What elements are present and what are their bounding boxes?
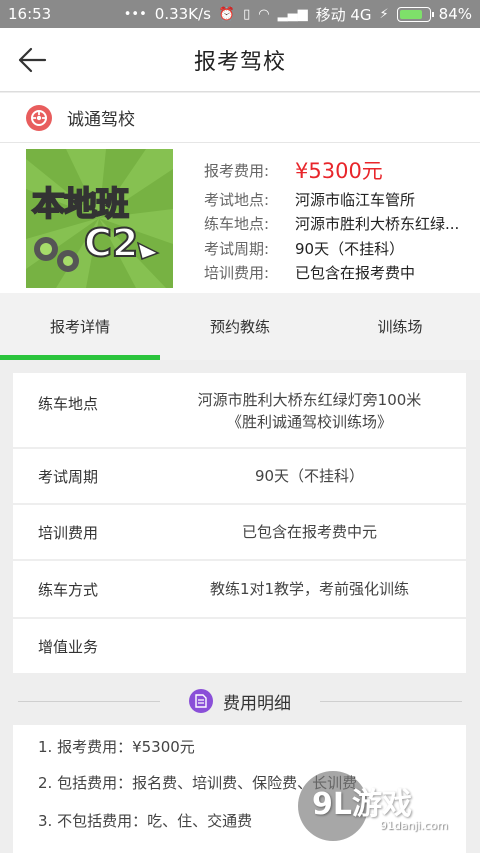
school-name: 诚通驾校: [67, 110, 135, 130]
detail-value: 90天（不挂科）: [254, 467, 365, 485]
carrier-label: 移动 4G: [315, 5, 372, 24]
page-title: 报考驾校: [193, 49, 286, 75]
info-practice-place-label: 练车地点:: [204, 215, 270, 234]
tab-bar: 报考详情 预约教练 训练场: [0, 293, 480, 360]
detail-value: 已包含在报考费中元: [241, 523, 377, 541]
divider-line: [18, 701, 160, 702]
info-fee-value: ¥5300元: [295, 159, 383, 183]
school-info: 本地班 C2 报考费用: ¥5300元 考试地点: 河源市临江车管所 练车地点:…: [0, 143, 480, 293]
charging-icon: ⚡: [379, 6, 389, 22]
detail-value-line2: 《胜利诚通驾校训练场》: [226, 413, 392, 431]
tab-book-coach-label: 预约教练: [209, 318, 270, 336]
info-exam-place-value: 河源市临江车管所: [295, 190, 416, 209]
info-exam-period-label: 考试周期:: [204, 239, 270, 258]
school-logo-icon: [26, 104, 52, 131]
divider-line: [320, 701, 462, 702]
info-exam-period-value: 90天（不挂科）: [295, 239, 405, 258]
detail-label: 练车地点: [38, 395, 99, 413]
detail-row-exam-period: 考试周期 90天（不挂科）: [13, 449, 466, 503]
tab-exam-details[interactable]: 报考详情: [0, 293, 160, 360]
tab-training-ground-label: 训练场: [377, 318, 423, 336]
info-training-fee: 培训费用: 已包含在报考费中: [204, 261, 474, 286]
battery-icon: [396, 6, 434, 22]
info-fee-label: 报考费用:: [204, 161, 270, 180]
vibrate-icon: ▯: [243, 6, 251, 22]
info-training-fee-value: 已包含在报考费中: [295, 264, 416, 283]
alarm-icon: ⏰: [218, 6, 236, 22]
wifi-icon: ◠: [258, 6, 270, 22]
detail-row-training-fee: 培训费用 已包含在报考费中元: [13, 505, 466, 559]
watermark-logo: 9L游戏: [312, 787, 412, 822]
detail-row-value-added: 增值业务: [13, 619, 466, 673]
school-row[interactable]: 诚通驾校: [0, 93, 480, 143]
detail-value: 教练1对1教学，考前强化训练: [209, 580, 410, 598]
fee-item: 3. 不包括费用：吃、住、交通费: [38, 812, 253, 830]
info-exam-period: 考试周期: 90天（不挂科）: [204, 236, 474, 261]
fee-item: 1. 报考费用：¥5300元: [38, 738, 195, 756]
status-time: 16:53: [8, 5, 52, 23]
watermark-url: 91danji.com: [380, 819, 448, 832]
tab-book-coach[interactable]: 预约教练: [160, 293, 320, 360]
info-training-fee-label: 培训费用:: [204, 264, 270, 283]
fee-section-header: 费用明细: [0, 684, 480, 718]
back-button[interactable]: [14, 42, 50, 78]
battery-percent: 84%: [438, 5, 472, 23]
tab-training-ground[interactable]: 训练场: [320, 293, 480, 360]
network-speed: 0.33K/s: [154, 5, 211, 23]
detail-row-practice-method: 练车方式 教练1对1教学，考前强化训练: [13, 561, 466, 617]
detail-label: 增值业务: [38, 638, 99, 656]
document-icon: [189, 689, 213, 713]
status-icons: ••• 0.33K/s ⏰ ▯ ◠ ▂▄▆ 移动 4G ⚡ 84%: [124, 4, 472, 25]
more-dots-icon: •••: [123, 6, 147, 22]
info-fee: 报考费用: ¥5300元: [204, 153, 474, 187]
detail-value: 河源市胜利大桥东红绿灯旁100米 《胜利诚通驾校训练场》: [163, 389, 456, 433]
detail-label: 练车方式: [38, 581, 99, 599]
status-bar: 16:53 ••• 0.33K/s ⏰ ▯ ◠ ▂▄▆ 移动 4G ⚡ 84%: [0, 0, 480, 28]
fee-section-title: 费用明细: [223, 693, 291, 714]
app-header: 报考驾校: [0, 28, 480, 92]
detail-label: 培训费用: [38, 524, 99, 542]
promo-line2: C2: [83, 220, 139, 266]
info-exam-place-label: 考试地点:: [204, 190, 270, 209]
signal-icon: ▂▄▆: [277, 6, 308, 22]
watermark: 9L游戏 91danji.com: [298, 771, 468, 841]
promo-image: 本地班 C2: [26, 149, 173, 288]
info-exam-place: 考试地点: 河源市临江车管所: [204, 187, 474, 212]
fee-title-wrap: 费用明细: [183, 688, 297, 714]
detail-value-line1: 河源市胜利大桥东红绿灯旁100米: [197, 391, 422, 409]
info-lines: 报考费用: ¥5300元 考试地点: 河源市临江车管所 练车地点: 河源市胜利大…: [204, 153, 474, 285]
info-practice-place-value: 河源市胜利大桥东红绿...: [295, 215, 460, 234]
tab-exam-details-label: 报考详情: [49, 318, 110, 336]
arrow-left-icon: [18, 47, 47, 73]
detail-label: 考试周期: [38, 468, 99, 486]
info-practice-place: 练车地点: 河源市胜利大桥东红绿...: [204, 212, 474, 237]
detail-row-practice-place: 练车地点 河源市胜利大桥东红绿灯旁100米 《胜利诚通驾校训练场》: [13, 373, 466, 447]
promo-line1: 本地班: [31, 183, 130, 224]
